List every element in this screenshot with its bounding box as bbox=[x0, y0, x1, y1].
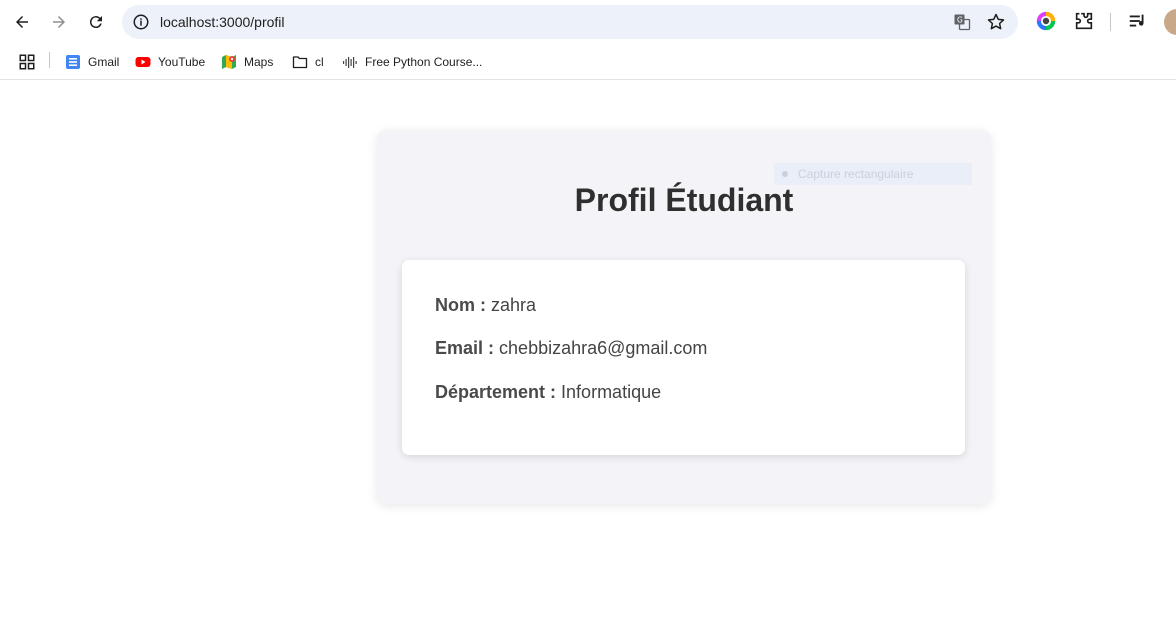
capture-overlay-text: Capture rectangulaire bbox=[798, 167, 914, 181]
field-email: Email : chebbizahra6@gmail.com bbox=[435, 338, 707, 359]
forward-button[interactable] bbox=[45, 8, 73, 36]
folder-icon bbox=[292, 56, 308, 69]
address-bar[interactable]: localhost:3000/profil G bbox=[122, 5, 1018, 39]
profile-card: Capture rectangulaire Profil Étudiant No… bbox=[377, 130, 991, 504]
bookmark-folder-cl[interactable]: cl bbox=[292, 50, 324, 74]
bookmark-youtube[interactable]: YouTube bbox=[135, 50, 205, 74]
back-button[interactable] bbox=[8, 8, 36, 36]
bookmark-label: cl bbox=[315, 55, 324, 69]
maps-icon bbox=[222, 55, 236, 69]
browser-toolbar: localhost:3000/profil G bbox=[0, 0, 1176, 44]
bookmark-label: Gmail bbox=[88, 55, 120, 69]
arrow-left-icon bbox=[16, 16, 28, 28]
bookmark-python-course[interactable]: Free Python Course... bbox=[342, 50, 482, 74]
reading-list-icon[interactable] bbox=[1127, 10, 1149, 32]
reload-button[interactable] bbox=[82, 8, 110, 36]
bookmark-star-icon[interactable] bbox=[986, 12, 1006, 32]
arrow-right-icon bbox=[53, 16, 65, 28]
bookmark-gmail[interactable]: Gmail bbox=[65, 50, 119, 74]
info-icon[interactable] bbox=[132, 13, 150, 31]
bookmark-label: Maps bbox=[244, 55, 274, 69]
field-label: Email : bbox=[435, 338, 495, 358]
svg-text:G: G bbox=[957, 15, 963, 24]
field-departement: Département : Informatique bbox=[435, 382, 661, 403]
field-nom: Nom : zahra bbox=[435, 295, 536, 316]
page-title: Profil Étudiant bbox=[574, 182, 794, 218]
capture-dot-icon bbox=[782, 171, 788, 177]
cisco-icon bbox=[343, 57, 357, 68]
field-label: Nom : bbox=[435, 295, 486, 315]
bookmarks-bar: Gmail YouTube Maps cl Free Python Course… bbox=[0, 44, 1176, 80]
apps-grid-icon[interactable] bbox=[18, 53, 36, 71]
reload-icon bbox=[89, 16, 102, 29]
field-value: chebbizahra6@gmail.com bbox=[499, 338, 708, 358]
profile-avatar[interactable] bbox=[1164, 9, 1176, 35]
profile-info-box: Nom : zahra Email : chebbizahra6@gmail.c… bbox=[402, 260, 965, 455]
color-extension-icon[interactable] bbox=[1035, 10, 1057, 32]
toolbar-divider bbox=[1110, 13, 1111, 31]
translate-icon[interactable]: G bbox=[952, 12, 972, 32]
field-label: Département : bbox=[435, 382, 557, 402]
extensions-puzzle-icon[interactable] bbox=[1073, 10, 1095, 32]
field-value: zahra bbox=[491, 295, 537, 315]
youtube-icon bbox=[135, 57, 151, 67]
field-value: Informatique bbox=[561, 382, 662, 402]
bookmarks-divider bbox=[49, 52, 50, 68]
bookmark-label: YouTube bbox=[158, 55, 206, 69]
url-text[interactable]: localhost:3000/profil bbox=[160, 13, 285, 31]
bookmark-label: Free Python Course... bbox=[365, 55, 483, 69]
gmail-icon bbox=[66, 55, 80, 69]
bookmark-maps[interactable]: Maps bbox=[221, 50, 273, 74]
